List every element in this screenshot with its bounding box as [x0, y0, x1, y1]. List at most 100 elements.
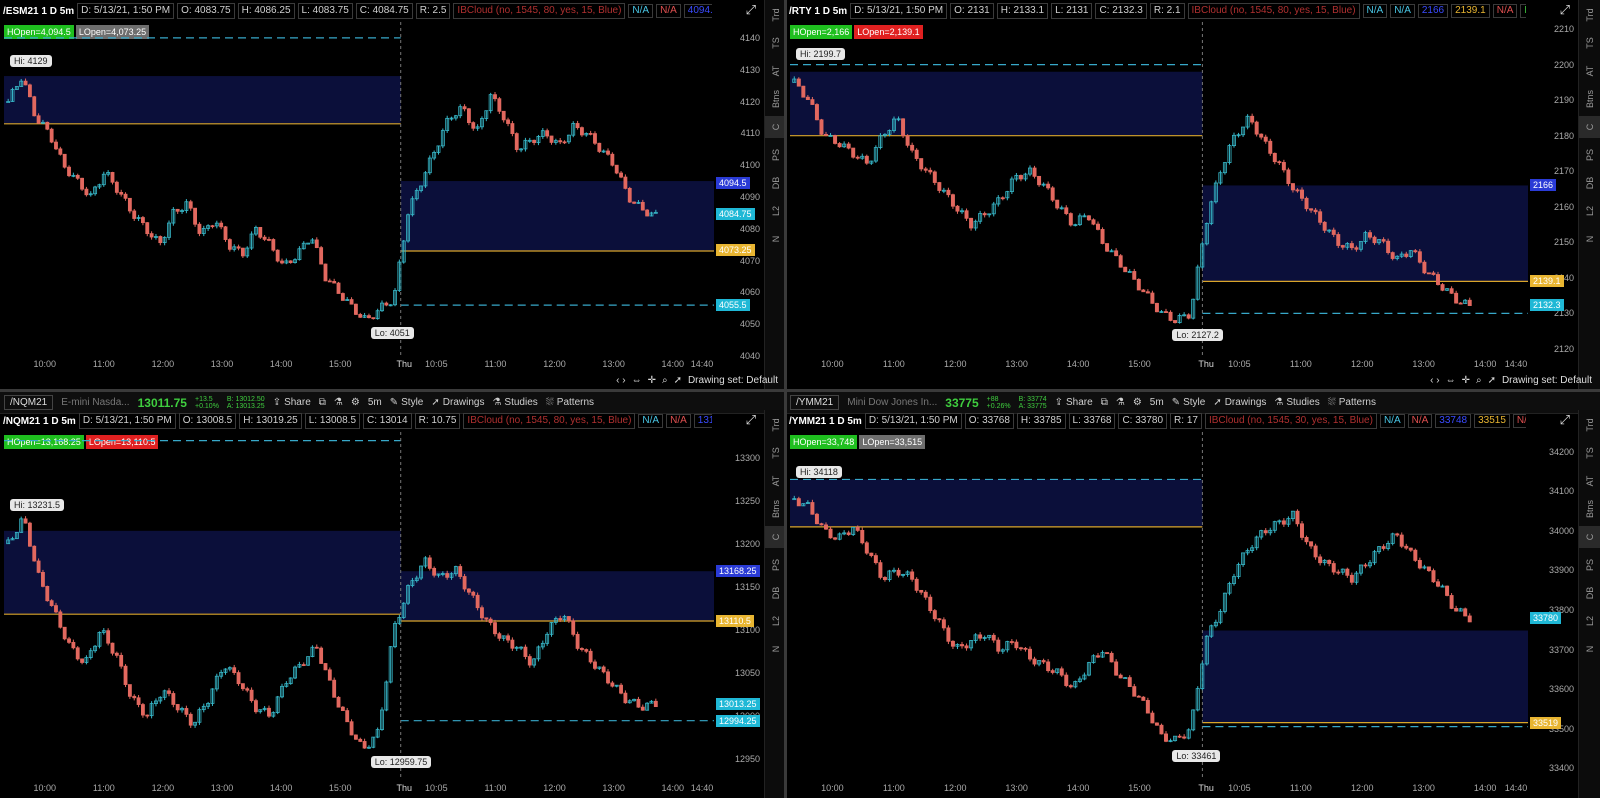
- side-tab[interactable]: C: [1578, 526, 1600, 548]
- detach-icon[interactable]: ⧉: [319, 397, 326, 408]
- side-tab[interactable]: AT: [765, 60, 787, 82]
- price-plot[interactable]: [2, 22, 714, 356]
- style-button[interactable]: ✎ Style: [390, 397, 424, 408]
- side-tab[interactable]: N: [1579, 228, 1600, 250]
- price-axis[interactable]: 1330013250132001315013100130501300012950…: [714, 432, 764, 780]
- side-tab[interactable]: Btns: [765, 498, 787, 520]
- flask-icon[interactable]: ⚗: [334, 397, 343, 408]
- scroll-arrows-icon[interactable]: ‹ ›: [616, 375, 625, 386]
- chart-symbol[interactable]: /NQM21 1 D 5m: [3, 416, 76, 427]
- price-plot[interactable]: [788, 432, 1528, 780]
- chart-pane[interactable]: /RTY 1 D 5m D: 5/13/21, 1:50 PM O: 2131 H: …: [786, 0, 1600, 390]
- pan-icon[interactable]: ⇔: [632, 375, 642, 386]
- side-tab[interactable]: TS: [1579, 442, 1600, 464]
- chart-pane[interactable]: /ESM21 1 D 5m D: 5/13/21, 1:50 PM O: 4083.…: [0, 0, 786, 390]
- side-tab[interactable]: N: [765, 638, 787, 660]
- studies-button[interactable]: ⚗ Studies: [1274, 397, 1319, 408]
- crosshair-icon[interactable]: ✛: [1462, 375, 1470, 386]
- side-tab[interactable]: AT: [1579, 470, 1600, 492]
- side-tab[interactable]: DB: [765, 172, 787, 194]
- drawing-set-label[interactable]: Drawing set: Default: [1502, 375, 1592, 386]
- symbol-selector[interactable]: /YMM21: [790, 395, 840, 410]
- side-tab[interactable]: DB: [1579, 582, 1600, 604]
- time-axis[interactable]: 10:00 11:00 12:00 13:00 14:00 15:00 Thu 10:05 11…: [788, 356, 1528, 372]
- drawings-button[interactable]: ➚ Drawings: [431, 397, 484, 408]
- cursor-icon[interactable]: ➚: [674, 375, 682, 386]
- pan-icon[interactable]: ⇔: [1446, 375, 1456, 386]
- chart-symbol[interactable]: /ESM21 1 D 5m: [3, 6, 74, 17]
- gear-icon[interactable]: ⚙: [1133, 397, 1142, 408]
- pane-divider[interactable]: [784, 0, 787, 798]
- drawing-set-label[interactable]: Drawing set: Default: [688, 375, 778, 386]
- chart-pane[interactable]: /YMM21 Mini Dow Jones In... 33775 +88 +0.26%…: [786, 392, 1600, 798]
- side-tab[interactable]: DB: [1579, 172, 1600, 194]
- side-tab[interactable]: TS: [1579, 32, 1600, 54]
- side-tab[interactable]: DB: [765, 582, 787, 604]
- time-axis[interactable]: 10:00 11:00 12:00 13:00 14:00 15:00 Thu 10:05 11…: [788, 780, 1528, 796]
- price-axis[interactable]: 34200 34100 34000 33900 33800 33700 33600 33500…: [1528, 432, 1578, 780]
- side-tab[interactable]: PS: [1579, 554, 1600, 576]
- side-tab[interactable]: AT: [1579, 60, 1600, 82]
- study-label[interactable]: IBCloud (no, 1545, 80, yes, 15, Blue): [463, 413, 636, 429]
- side-tab[interactable]: AT: [765, 470, 787, 492]
- side-tab[interactable]: C: [1578, 116, 1600, 138]
- side-tab[interactable]: L2: [765, 610, 787, 632]
- side-tab[interactable]: PS: [1579, 144, 1600, 166]
- side-tab[interactable]: Btns: [765, 88, 787, 110]
- timeframe-button[interactable]: 5m: [368, 397, 382, 408]
- share-button[interactable]: ⇪ Share: [273, 397, 311, 408]
- time-axis[interactable]: 10:00 11:00 12:00 13:00 14:00 15:00 Thu 10:05 11…: [2, 356, 714, 372]
- side-tab[interactable]: Btns: [1579, 498, 1600, 520]
- price-axis[interactable]: 2210 2200 2190 2180 2170 2160 2150 2140 2130 2120…: [1528, 22, 1578, 356]
- side-tab[interactable]: Trd: [765, 4, 787, 26]
- side-tab[interactable]: L2: [765, 200, 787, 222]
- side-tab[interactable]: Btns: [1579, 88, 1600, 110]
- flask-icon[interactable]: ⚗: [1116, 397, 1125, 408]
- side-tab[interactable]: TS: [765, 442, 787, 464]
- timeframe-button[interactable]: 5m: [1150, 397, 1164, 408]
- side-tab[interactable]: C: [764, 526, 786, 548]
- side-tab[interactable]: N: [1579, 638, 1600, 660]
- detach-icon[interactable]: ⧉: [1101, 397, 1108, 408]
- side-tab[interactable]: TS: [765, 32, 787, 54]
- pane-divider[interactable]: [0, 389, 1600, 392]
- side-tab[interactable]: PS: [765, 144, 787, 166]
- style-button[interactable]: ✎ Style: [1172, 397, 1206, 408]
- chart-symbol[interactable]: /RTY 1 D 5m: [789, 6, 847, 17]
- side-tab[interactable]: L2: [1579, 610, 1600, 632]
- time-axis[interactable]: 10:00 11:00 12:00 13:00 14:00 15:00 Thu 10:05 11…: [2, 780, 714, 796]
- study-label[interactable]: IBCloud (no, 1545, 80, yes, 15, Blue): [1187, 3, 1360, 19]
- share-button[interactable]: ⇪ Share: [1055, 397, 1093, 408]
- gear-icon[interactable]: ⚙: [351, 397, 360, 408]
- study-label[interactable]: IBCloud (no, 1545, 80, yes, 15, Blue): [453, 3, 626, 19]
- expand-icon[interactable]: ⤢: [1560, 412, 1570, 428]
- expand-icon[interactable]: ⤢: [1560, 2, 1570, 18]
- price-plot[interactable]: [2, 432, 714, 780]
- crosshair-icon[interactable]: ✛: [648, 375, 656, 386]
- price-plot[interactable]: [788, 22, 1528, 356]
- patterns-button[interactable]: ⛆ Patterns: [1328, 397, 1376, 408]
- study-label[interactable]: IBCloud (no, 1545, 30, yes, 15, Blue): [1204, 413, 1377, 429]
- expand-icon[interactable]: ⤢: [746, 412, 756, 428]
- side-tab[interactable]: L2: [1579, 200, 1600, 222]
- side-tab[interactable]: Trd: [1579, 4, 1600, 26]
- chart-symbol[interactable]: /YMM21 1 D 5m: [789, 416, 862, 427]
- symbol-selector[interactable]: /NQM21: [4, 395, 54, 410]
- side-tab[interactable]: Trd: [1579, 414, 1600, 436]
- expand-icon[interactable]: ⤢: [746, 2, 756, 18]
- zoom-icon[interactable]: ⌕: [662, 375, 668, 386]
- side-tab[interactable]: Trd: [765, 414, 787, 436]
- patterns-button[interactable]: ⛆ Patterns: [546, 397, 594, 408]
- side-tab[interactable]: N: [765, 228, 787, 250]
- chart-pane[interactable]: /NQM21 E-mini Nasda... 13011.75 +13.5 +0.10%…: [0, 392, 786, 798]
- drawings-button[interactable]: ➚ Drawings: [1213, 397, 1266, 408]
- zoom-icon[interactable]: ⌕: [1476, 375, 1482, 386]
- cursor-icon[interactable]: ➚: [1488, 375, 1496, 386]
- scroll-arrows-icon[interactable]: ‹ ›: [1430, 375, 1439, 386]
- side-tab[interactable]: C: [764, 116, 786, 138]
- chart-bottom-bar: ‹ › ⇔ ✛ ⌕ ➚ Drawing set: Default: [0, 372, 786, 388]
- time-tick: 12:00: [543, 359, 566, 369]
- price-axis[interactable]: 4140 4130 4120 4110 4100 4090 4080 4070 4060 4050…: [714, 22, 764, 361]
- side-tab[interactable]: PS: [765, 554, 787, 576]
- studies-button[interactable]: ⚗ Studies: [492, 397, 537, 408]
